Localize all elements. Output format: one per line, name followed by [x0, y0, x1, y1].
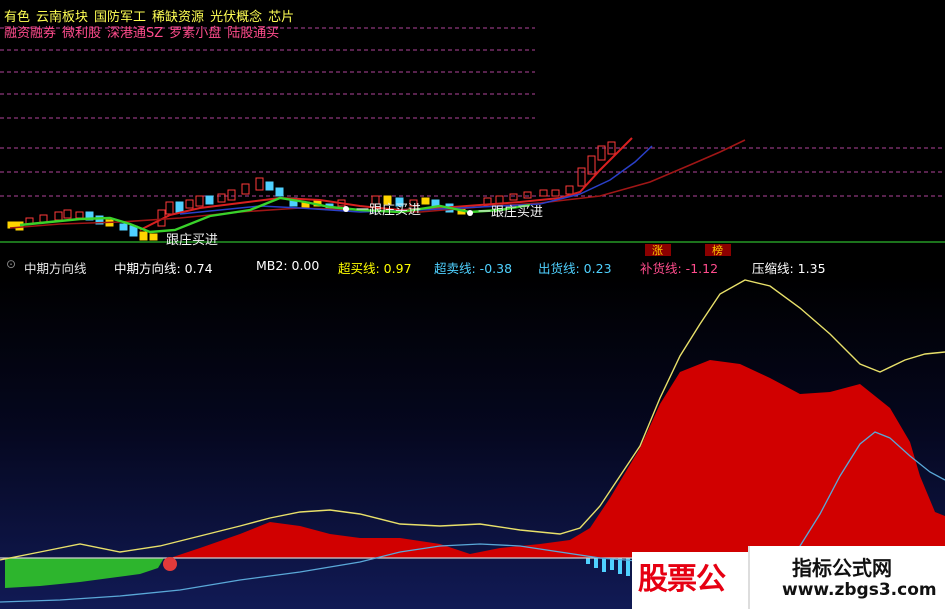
candle	[139, 231, 148, 241]
candle	[54, 211, 63, 221]
candle	[577, 167, 586, 187]
candle	[523, 191, 532, 199]
candle	[421, 197, 430, 205]
candle	[63, 209, 72, 219]
candle	[551, 189, 560, 197]
candle	[185, 199, 194, 209]
signal-dot	[163, 557, 177, 571]
signal-dot	[343, 206, 349, 212]
indicator-value-replenish: 补货线: -1.12	[640, 261, 719, 276]
candle	[119, 223, 128, 231]
price-grid	[0, 27, 945, 197]
candle	[565, 185, 574, 195]
marker-zhang: 涨	[652, 244, 663, 256]
candle	[205, 195, 214, 205]
candle	[255, 177, 264, 191]
concept-tag[interactable]: 融资融券	[4, 26, 56, 41]
candle	[195, 195, 204, 207]
concept-tag[interactable]: 罗素小盘	[169, 26, 221, 41]
signal-label-2: 一跟庄买进	[356, 202, 421, 218]
indicator-value-oversold: 超卖线: -0.38	[434, 261, 513, 276]
ma-green-line	[19, 196, 531, 234]
watermark-brand: 股票公	[632, 552, 750, 609]
candle	[265, 181, 274, 191]
outflow-bar	[586, 558, 590, 564]
concept-tag[interactable]: 陆股通买	[227, 26, 279, 41]
candle	[509, 193, 518, 201]
candle	[165, 201, 174, 215]
signal-label-1: 跟庄买进	[166, 232, 218, 248]
candle	[75, 211, 84, 219]
candle	[175, 201, 184, 213]
candle	[275, 187, 284, 197]
candle	[587, 155, 596, 175]
outflow-bar	[610, 558, 614, 570]
indicator-value-overbought: 超买线: 0.97	[338, 261, 412, 276]
signal-label-3: 一跟庄买进	[478, 204, 543, 220]
candle	[217, 193, 226, 203]
candle	[241, 183, 250, 195]
candlestick-series	[7, 141, 616, 241]
indicator-value-mb2: MB2: 0.00	[256, 258, 320, 273]
indicator-value-trend: 中期方向线: 0.74	[114, 261, 213, 276]
concept-tags-row-2: 融资融券 微利股 深港通SZ 罗素小盘 陆股通买	[4, 22, 285, 41]
signal-dot	[467, 210, 473, 216]
candle	[227, 189, 236, 201]
outflow-bar	[602, 558, 606, 572]
stock-chart-app: 跟庄买进 一跟庄买进 一跟庄买进 涨 榜 有色 云南板块 国防军工 稀缺资源 光伏概念芯…	[0, 0, 945, 609]
chevron-down-icon[interactable]: ⊙	[6, 257, 16, 271]
outflow-bar	[594, 558, 598, 568]
indicator-value-outflow: 出货线: 0.23	[538, 261, 612, 276]
indicator-value-compression: 压缩线: 1.35	[752, 261, 826, 276]
marker-bang: 榜	[712, 243, 723, 256]
indicator-name[interactable]: 中期方向线	[24, 258, 87, 277]
outflow-bar	[618, 558, 622, 574]
candle	[39, 214, 48, 223]
concept-tag[interactable]: 深港通SZ	[107, 26, 163, 41]
candle	[539, 189, 548, 197]
candle	[149, 233, 158, 241]
watermark-url: www.zbgs3.com	[782, 580, 937, 600]
watermark-site: 指标公式网 www.zbgs3.com	[748, 546, 945, 609]
concept-tag[interactable]: 微利股	[62, 26, 101, 41]
indicator-header: ⊙ 中期方向线 中期方向线: 0.74 MB2: 0.00 超买线: 0.97 …	[0, 256, 945, 276]
watermark-title: 指标公式网	[792, 556, 892, 580]
